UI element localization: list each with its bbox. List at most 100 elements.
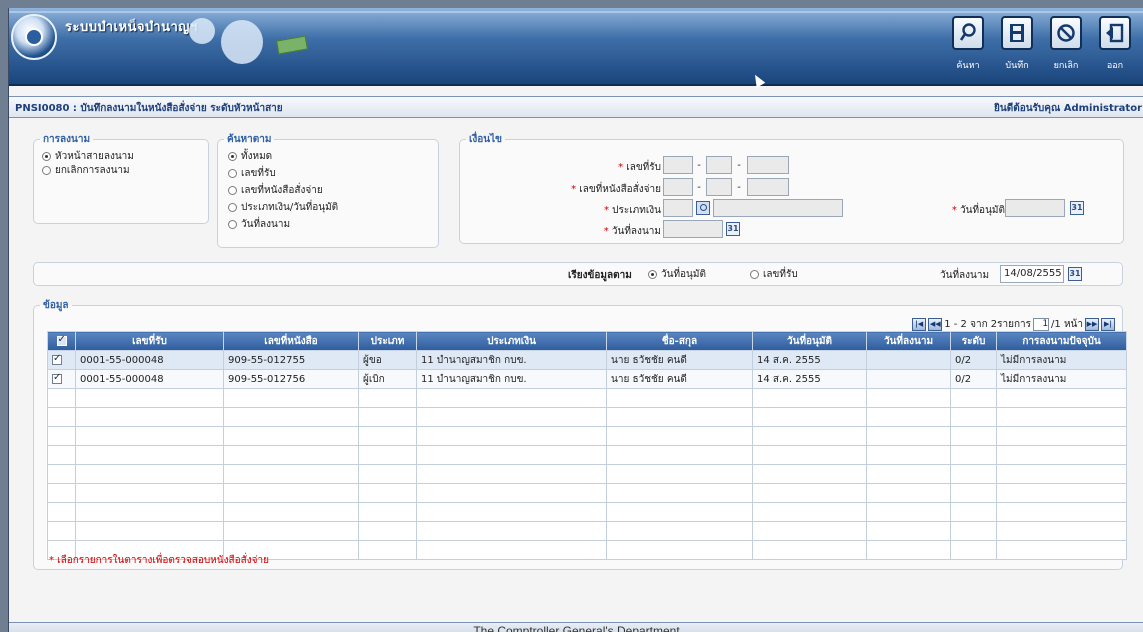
order-no-part1-input[interactable] xyxy=(663,178,693,196)
sign-date-calendar-icon[interactable]: 31 xyxy=(726,222,740,236)
sign-date-input[interactable] xyxy=(663,220,723,238)
empty-table-row xyxy=(47,483,1127,503)
empty-cell xyxy=(752,388,867,408)
cell-status: ไม่มีการลงนาม xyxy=(996,350,1127,370)
col-current-status[interactable]: การลงนามปัจจุบัน xyxy=(996,331,1127,351)
app-window: ระบบบำเหน็จบำนาญฯ ค้นหา บันทึก ยกเลิก ออ… xyxy=(8,8,1143,632)
cell-receipt-no: 0001-55-000048 xyxy=(75,369,224,389)
search-button[interactable]: ค้นหา xyxy=(945,16,991,80)
exit-button[interactable]: ออก xyxy=(1092,16,1138,80)
first-page-icon[interactable]: |◀ xyxy=(912,318,927,331)
sort-sign-date-input[interactable]: 14/08/2555 xyxy=(1000,265,1064,283)
money-type-lookup-icon[interactable] xyxy=(696,201,710,215)
col-receipt-no[interactable]: เลขที่รับ xyxy=(75,331,224,351)
radio-sort-receipt[interactable]: เลขที่รับ xyxy=(750,267,798,281)
search-button-label: ค้นหา xyxy=(956,61,980,71)
empty-cell xyxy=(606,407,753,427)
table-row[interactable]: 0001-55-000048 909-55-012756 ผู้เบิก 11 … xyxy=(47,369,1127,389)
radio-search-order[interactable]: เลขที่หนังสือสั่งจ่าย xyxy=(228,183,438,197)
empty-cell xyxy=(950,407,997,427)
empty-cell xyxy=(75,483,224,503)
row-checkbox[interactable] xyxy=(47,369,76,389)
col-sign-date[interactable]: วันที่ลงนาม xyxy=(866,331,951,351)
approve-date-calendar-icon[interactable]: 31 xyxy=(1070,201,1084,215)
col-doc-no[interactable]: เลขที่หนังสือ xyxy=(223,331,359,351)
select-all-checkbox[interactable] xyxy=(47,331,76,351)
department-logo xyxy=(11,14,57,60)
radio-search-order-label: เลขที่หนังสือสั่งจ่าย xyxy=(241,184,323,196)
empty-cell xyxy=(950,445,997,465)
radio-search-all-label: ทั้งหมด xyxy=(241,150,273,162)
radio-cancel-sign[interactable]: ยกเลิกการลงนาม xyxy=(42,163,208,177)
order-no-part2-input[interactable] xyxy=(706,178,732,196)
banner-money-icon xyxy=(276,35,308,55)
prev-page-icon[interactable]: ◀◀ xyxy=(928,318,943,331)
approve-date-input[interactable] xyxy=(1005,199,1065,217)
col-type[interactable]: ประเภท xyxy=(358,331,417,351)
receipt-no-part3-input[interactable] xyxy=(747,156,789,174)
cell-approve-date: 14 ส.ค. 2555 xyxy=(752,369,867,389)
empty-cell xyxy=(996,521,1127,541)
row-checkbox[interactable] xyxy=(47,350,76,370)
radio-sort-approve-date[interactable]: วันที่อนุมัติ xyxy=(648,267,706,281)
empty-cell xyxy=(752,483,867,503)
radio-search-type-date-label: ประเภทเงิน/วันที่อนุมัติ xyxy=(241,201,339,213)
empty-cell xyxy=(606,426,753,446)
page-title: PNSI0080 : บันทึกลงนามในหนังสือสั่งจ่าย … xyxy=(15,103,283,114)
empty-cell xyxy=(75,521,224,541)
sort-sign-date-calendar-icon[interactable]: 31 xyxy=(1068,267,1082,281)
empty-cell xyxy=(950,521,997,541)
cell-sign-date xyxy=(866,369,951,389)
radio-search-type-date[interactable]: ประเภทเงิน/วันที่อนุมัติ xyxy=(228,200,438,214)
empty-table-row xyxy=(47,445,1127,465)
cell-approve-date: 14 ส.ค. 2555 xyxy=(752,350,867,370)
money-type-code-input[interactable] xyxy=(663,199,693,217)
empty-table-row xyxy=(47,464,1127,484)
empty-cell xyxy=(996,540,1127,560)
col-approve-date[interactable]: วันที่อนุมัติ xyxy=(752,331,867,351)
next-page-icon[interactable]: ▶▶ xyxy=(1085,318,1099,331)
empty-cell xyxy=(950,388,997,408)
empty-cell xyxy=(866,540,951,560)
empty-cell xyxy=(47,407,76,427)
radio-dot xyxy=(750,269,759,279)
last-page-icon[interactable]: ▶| xyxy=(1101,318,1115,331)
empty-cell xyxy=(950,502,997,522)
exit-icon xyxy=(1099,16,1131,50)
col-level[interactable]: ระดับ xyxy=(950,331,997,351)
receipt-no-label: * เลขที่รับ xyxy=(618,162,661,173)
col-name[interactable]: ชื่อ-สกุล xyxy=(606,331,753,351)
results-table: เลขที่รับ เลขที่หนังสือ ประเภท ประเภทเงิ… xyxy=(47,331,1127,560)
empty-cell xyxy=(223,445,359,465)
radio-search-receipt[interactable]: เลขที่รับ xyxy=(228,166,438,180)
empty-cell xyxy=(47,426,76,446)
save-button[interactable]: บันทึก xyxy=(994,16,1040,80)
empty-cell xyxy=(75,426,224,446)
empty-cell xyxy=(606,521,753,541)
pager-total: /1 หน้า xyxy=(1051,319,1083,330)
radio-dot xyxy=(228,151,237,161)
app-header: ระบบบำเหน็จบำนาญฯ ค้นหา บันทึก ยกเลิก ออ… xyxy=(9,8,1143,88)
receipt-no-part2-input[interactable] xyxy=(706,156,732,174)
cell-type: ผู้เบิก xyxy=(358,369,417,389)
radio-head-sign[interactable]: หัวหน้าสายลงนาม xyxy=(42,149,208,163)
table-header-row: เลขที่รับ เลขที่หนังสือ ประเภท ประเภทเงิ… xyxy=(47,331,1127,351)
receipt-no-part1-input[interactable] xyxy=(663,156,693,174)
banner-family-icon xyxy=(221,20,263,64)
col-money-type[interactable]: ประเภทเงิน xyxy=(416,331,607,351)
radio-search-all[interactable]: ทั้งหมด xyxy=(228,149,438,163)
empty-cell xyxy=(606,445,753,465)
radio-search-sign-date[interactable]: วันที่ลงนาม xyxy=(228,217,438,231)
empty-cell xyxy=(752,464,867,484)
empty-table-row xyxy=(47,426,1127,446)
money-type-label: * ประเภทเงิน xyxy=(603,205,661,216)
empty-cell xyxy=(866,483,951,503)
page-number-input[interactable]: 1 xyxy=(1033,318,1050,331)
order-no-part3-input[interactable] xyxy=(747,178,789,196)
table-footnote: * เลือกรายการในตารางเพื่อตรวจสอบหนังสือส… xyxy=(49,555,269,566)
empty-cell xyxy=(416,502,607,522)
table-row[interactable]: 0001-55-000048 909-55-012755 ผู้ขอ 11 บำ… xyxy=(47,350,1127,370)
cancel-button[interactable]: ยกเลิก xyxy=(1043,16,1089,80)
empty-cell xyxy=(606,502,753,522)
search-by-legend: ค้นหาตาม xyxy=(227,134,272,145)
